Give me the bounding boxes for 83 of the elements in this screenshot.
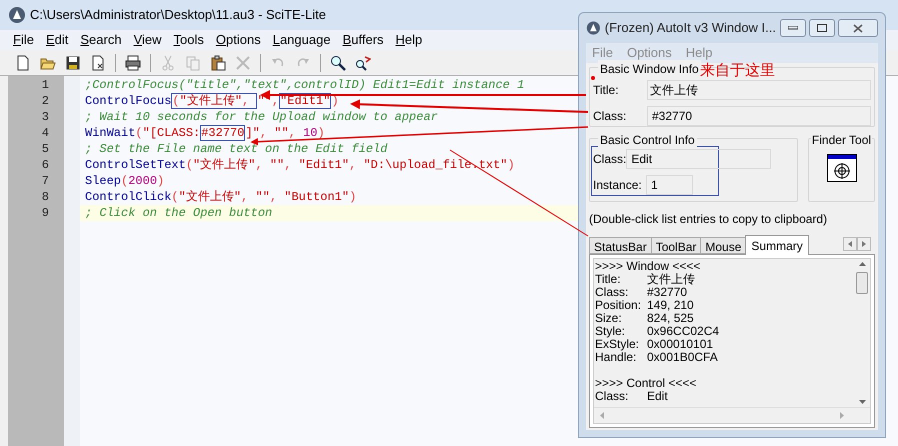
tab-scroll-left-button[interactable] bbox=[843, 237, 857, 251]
new-file-icon[interactable] bbox=[15, 54, 31, 70]
search-icon[interactable] bbox=[330, 54, 346, 70]
tab[interactable]: Summary bbox=[745, 235, 809, 255]
menu-item[interactable]: View bbox=[128, 30, 167, 50]
line-number: 4 bbox=[40, 125, 50, 141]
window-title: C:\Users\Administrator\Desktop\11.au3 - SciTE-Lite bbox=[30, 6, 326, 24]
menu-item[interactable]: Options bbox=[210, 30, 266, 50]
annotation-note: 来自于这里 bbox=[700, 62, 775, 79]
maximize-button[interactable] bbox=[809, 19, 835, 37]
app-logo-icon bbox=[586, 20, 601, 36]
line-number: 5 bbox=[40, 141, 50, 157]
line-number: 3 bbox=[40, 109, 50, 125]
left-arrow-icon bbox=[600, 412, 604, 419]
document-close-icon[interactable] bbox=[90, 54, 106, 70]
instance-field: 1 bbox=[646, 175, 693, 195]
summary-label: Handle: bbox=[595, 351, 636, 364]
class-field: Edit bbox=[626, 149, 772, 169]
summary-value: 0x00010101 bbox=[647, 338, 714, 351]
up-arrow-icon bbox=[858, 262, 866, 266]
summary-value: #32770 bbox=[647, 286, 688, 299]
summary-label: Class: bbox=[595, 390, 630, 403]
printer-icon[interactable] bbox=[125, 54, 141, 70]
class-field: #32770 bbox=[647, 106, 871, 126]
down-arrow-icon bbox=[858, 400, 866, 404]
crosshair-icon[interactable] bbox=[826, 154, 856, 182]
hint-text: (Double-click list entries to copy to clipboard) bbox=[589, 211, 828, 228]
tab[interactable]: Mouse bbox=[700, 237, 746, 254]
menu-item[interactable]: File bbox=[8, 30, 39, 50]
maximize-icon bbox=[817, 24, 827, 32]
right-arrow-icon bbox=[862, 241, 866, 247]
line-number: 2 bbox=[40, 93, 50, 109]
left-arrow-icon bbox=[848, 241, 852, 247]
field-label: Instance: bbox=[593, 177, 643, 194]
title-field: 文件上传 bbox=[647, 80, 871, 100]
summary-label: Style: bbox=[595, 325, 626, 338]
menu-item[interactable]: Edit bbox=[40, 30, 74, 50]
summary-value: 文件上传 bbox=[647, 273, 695, 286]
code-line: ;ControlFocus("title","text",controlID) Edit1=Edit instance 1 bbox=[84, 77, 526, 93]
tab[interactable]: ToolBar bbox=[650, 237, 702, 254]
annotation-dot bbox=[591, 76, 595, 80]
field-label: Class: bbox=[593, 151, 626, 168]
search-replace-icon[interactable] bbox=[355, 54, 371, 70]
summary-label: Position: bbox=[595, 299, 642, 312]
minimize-button[interactable] bbox=[780, 19, 806, 37]
code-line: WinWait("[CLASS:#32770]", "", 10) bbox=[84, 125, 326, 141]
summary-value: 149, 210 bbox=[647, 299, 694, 312]
field-label: Class: bbox=[593, 108, 628, 125]
line-number: 9 bbox=[40, 205, 50, 221]
line-number: 6 bbox=[40, 157, 50, 173]
menu-item[interactable]: Search bbox=[75, 30, 127, 50]
code-line: ControlClick("文件上传", "", "Button1") bbox=[84, 189, 358, 205]
summary-value: 824, 525 bbox=[647, 312, 694, 325]
summary-label: Class: bbox=[595, 286, 630, 299]
summary-label: Title: bbox=[595, 273, 622, 286]
scrollbar-thumb[interactable] bbox=[856, 272, 868, 294]
menu-item[interactable]: Help bbox=[390, 30, 428, 50]
code-line: Sleep(2000) bbox=[84, 173, 166, 189]
tab[interactable]: StatusBar bbox=[589, 237, 652, 254]
summary-heading: >>>> Window <<<< bbox=[595, 260, 702, 273]
menu-item[interactable]: Language bbox=[268, 30, 336, 50]
right-arrow-icon bbox=[840, 412, 844, 419]
window-title: (Frozen) AutoIt v3 Window I... bbox=[604, 19, 776, 38]
line-number: 7 bbox=[40, 173, 50, 189]
summary-value: 0x001B0CFA bbox=[647, 351, 718, 364]
line-number: 8 bbox=[40, 189, 50, 205]
close-icon bbox=[853, 24, 863, 32]
minimize-icon bbox=[788, 26, 798, 30]
clipboard-icon[interactable] bbox=[210, 54, 226, 70]
tab-scroll-right-button[interactable] bbox=[857, 237, 871, 251]
summary-label: Size: bbox=[595, 312, 623, 325]
code-line: ; Wait 10 seconds for the Upload window to appear bbox=[84, 109, 439, 125]
summary-heading: >>>> Control <<<< bbox=[595, 377, 698, 390]
code-line: ; Set the File name text on the Edit field bbox=[84, 141, 388, 157]
close-button[interactable] bbox=[838, 19, 878, 37]
app-logo-icon bbox=[8, 6, 26, 24]
menu-item[interactable]: Buffers bbox=[338, 30, 389, 50]
field-label: Title: bbox=[593, 82, 620, 99]
menu-item[interactable]: Tools bbox=[168, 30, 209, 50]
summary-value: Edit bbox=[647, 390, 668, 403]
line-number: 1 bbox=[40, 77, 50, 93]
summary-label: ExStyle: bbox=[595, 338, 640, 351]
summary-value: 0x96CC02C4 bbox=[647, 325, 720, 338]
